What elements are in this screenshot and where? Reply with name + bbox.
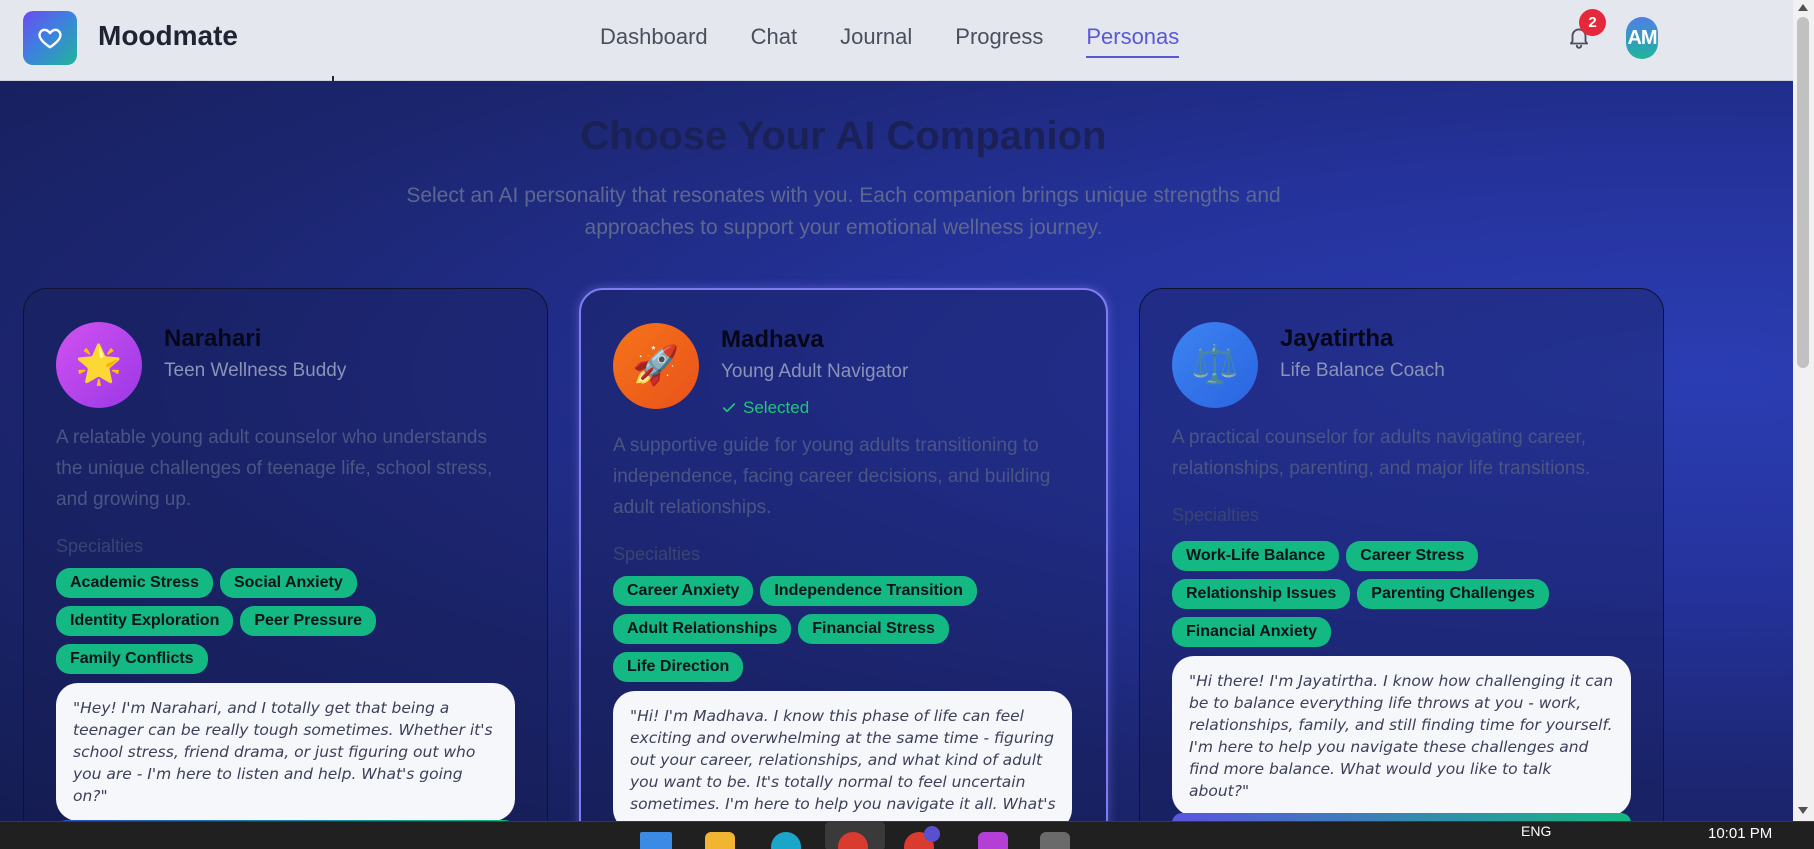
nav-personas[interactable]: Personas (1086, 24, 1180, 58)
persona-card-narahari[interactable]: 🌟 Narahari Teen Wellness Buddy A relatab… (23, 288, 548, 821)
windows-start-icon[interactable] (640, 832, 672, 849)
specialty-tags: Academic Stress Social Anxiety Identity … (56, 568, 526, 674)
specialty-tag: Parenting Challenges (1357, 579, 1549, 609)
page-title: Choose Your AI Companion (580, 114, 1107, 158)
heart-icon (38, 28, 62, 49)
specialty-tag: Identity Exploration (56, 606, 234, 636)
persona-card-jayatirtha[interactable]: ⚖️ Jayatirtha Life Balance Coach A pract… (1139, 288, 1664, 821)
personas-page: Choose Your AI Companion Select an AI pe… (0, 81, 1793, 821)
app-icon[interactable] (1040, 832, 1070, 849)
persona-greeting: "Hey! I'm Narahari, and I totally get th… (56, 683, 515, 821)
nav-journal[interactable]: Journal (840, 24, 912, 58)
check-icon (722, 403, 736, 413)
nav-progress[interactable]: Progress (955, 24, 1043, 58)
persona-role: Life Balance Coach (1280, 360, 1445, 381)
persona-role: Teen Wellness Buddy (164, 360, 347, 381)
scroll-down-arrow-icon[interactable] (1798, 807, 1808, 814)
persona-greeting: "Hi there! I'm Jayatirtha. I know how ch… (1172, 656, 1631, 816)
user-avatar[interactable]: AM (1626, 17, 1658, 59)
persona-description: A relatable young adult counselor who un… (56, 427, 493, 510)
notification-badge: 2 (1579, 9, 1606, 36)
persona-name: Narahari (164, 325, 262, 352)
specialty-tag: Social Anxiety (219, 568, 357, 598)
specialties-label: Specialties (613, 544, 701, 564)
chat-button-edge[interactable] (1172, 813, 1631, 821)
selected-label: Selected (743, 398, 810, 417)
specialty-tag: Academic Stress (56, 568, 213, 598)
specialty-tag: Life Direction (613, 652, 744, 682)
language-indicator[interactable]: ENG (1521, 823, 1551, 839)
specialty-tag: Family Conflicts (56, 644, 208, 674)
app-name: Moodmate (98, 20, 238, 51)
selected-indicator: Selected (721, 398, 809, 418)
app-icon[interactable] (978, 832, 1008, 849)
specialty-tag: Relationship Issues (1172, 579, 1351, 609)
star-icon: 🌟 (56, 322, 142, 408)
persona-greeting: "Hi! I'm Madhava. I know this phase of l… (613, 691, 1072, 821)
nav-chat[interactable]: Chat (751, 24, 797, 58)
persona-name: Madhava (721, 326, 824, 353)
specialty-tags: Career Anxiety Independence Transition A… (613, 576, 1083, 682)
main-nav: Dashboard Chat Journal Progress Personas (600, 24, 1222, 58)
specialty-tags: Work-Life Balance Career Stress Relation… (1172, 541, 1642, 647)
os-taskbar: ENG 10:01 PM (0, 821, 1814, 849)
app-header: Moodmate Dashboard Chat Journal Progress… (0, 0, 1793, 82)
page-subtitle: Select an AI personality that resonates … (406, 184, 1281, 239)
specialty-tag: Career Anxiety (613, 576, 754, 606)
specialty-tag: Peer Pressure (240, 606, 376, 636)
persona-role: Young Adult Navigator (721, 361, 909, 382)
persona-description: A practical counselor for adults navigat… (1172, 427, 1591, 479)
specialty-tag: Independence Transition (760, 576, 977, 606)
specialty-tag: Career Stress (1346, 541, 1479, 571)
nav-dashboard[interactable]: Dashboard (600, 24, 708, 58)
specialty-tag: Adult Relationships (613, 614, 792, 644)
scrollbar-thumb[interactable] (1797, 17, 1809, 368)
rocket-icon: 🚀 (613, 323, 699, 409)
file-explorer-icon[interactable] (705, 832, 735, 849)
persona-card-madhava[interactable]: 🚀 Madhava Young Adult Navigator Selected… (579, 288, 1108, 821)
balance-scale-icon: ⚖️ (1172, 322, 1258, 408)
edge-browser-icon[interactable] (771, 832, 801, 849)
profile-badge-icon (924, 826, 940, 842)
app-logo[interactable] (23, 11, 77, 65)
specialty-tag: Work-Life Balance (1172, 541, 1340, 571)
scroll-up-arrow-icon[interactable] (1798, 4, 1808, 11)
specialties-label: Specialties (56, 536, 144, 556)
persona-name: Jayatirtha (1280, 325, 1394, 352)
clock[interactable]: 10:01 PM (1708, 825, 1772, 842)
specialty-tag: Financial Stress (798, 614, 949, 644)
specialties-label: Specialties (1172, 505, 1260, 525)
persona-description: A supportive guide for young adults tran… (613, 435, 1051, 518)
specialty-tag: Financial Anxiety (1172, 617, 1331, 647)
